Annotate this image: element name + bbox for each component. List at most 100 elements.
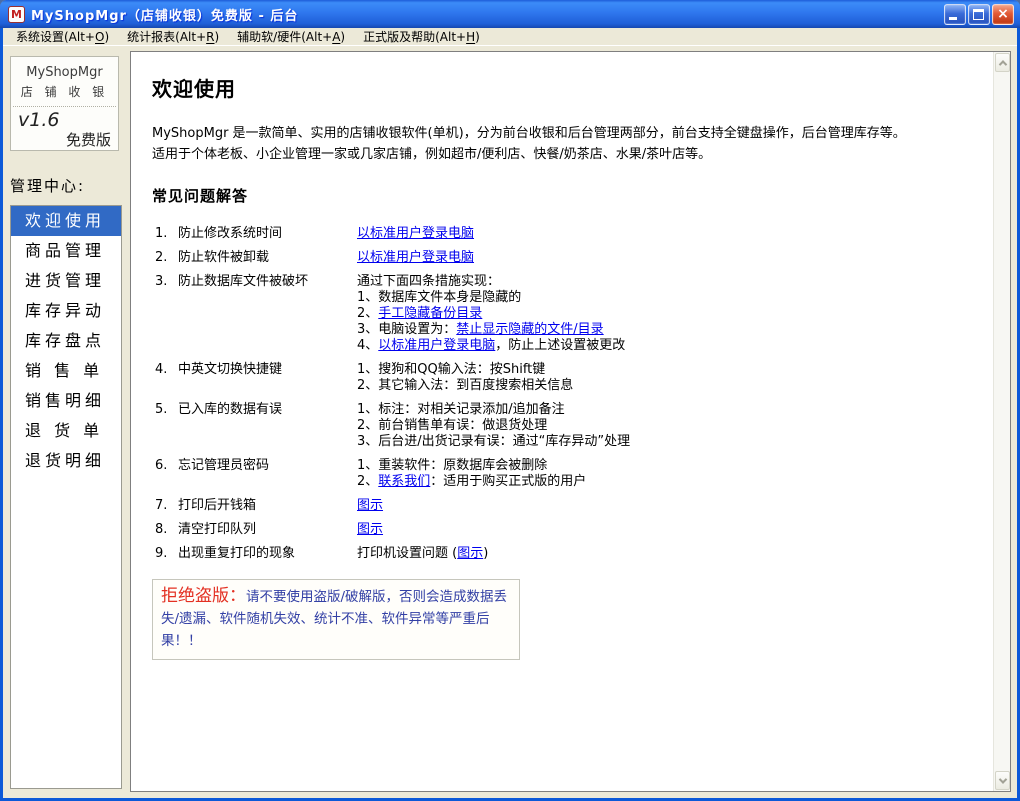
menu-item-aux-soft-hardware[interactable]: 辅助软/硬件(Alt+A): [228, 27, 354, 47]
sidebar-item-stock-change[interactable]: 库存异动: [11, 296, 121, 326]
faq-answer: 图示: [357, 522, 975, 538]
menubar: 系统设置(Alt+O) 统计报表(Alt+R) 辅助软/硬件(Alt+A) 正式版及帮…: [3, 28, 1017, 46]
faq-answer: 以标准用户登录电脑: [357, 226, 975, 242]
faq-answer: 通过下面四条措施实现： 1、数据库文件本身是隐藏的 2、手工隐藏备份目录 3、电脑设置…: [357, 274, 975, 354]
sidebar-item-purchase[interactable]: 进货管理: [11, 266, 121, 296]
faq-link[interactable]: 以标准用户登录电脑: [357, 250, 474, 265]
faq-link[interactable]: 禁止显示隐藏的文件/目录: [456, 322, 603, 337]
faq-row: 7. 打印后开钱箱 图示: [152, 498, 975, 514]
body-area: MyShopMgr 店 铺 收 银 v1.6 免费版 管理中心: 欢迎使用 商品管…: [3, 46, 1017, 798]
faq-text: 1、重装软件：原数据库会被删除: [357, 458, 548, 473]
faq-question: 防止修改系统时间: [178, 226, 283, 241]
logo-title: MyShopMgr: [26, 65, 103, 80]
faq-link[interactable]: 图示: [357, 498, 383, 513]
management-center-label: 管理中心:: [10, 177, 86, 195]
faq-text: ): [483, 546, 489, 561]
faq-number: 3.: [155, 274, 168, 289]
faq-answer-line: 通过下面四条措施实现：: [357, 274, 975, 290]
faq-answer-line: 2、联系我们：适用于购买正式版的用户: [357, 474, 975, 490]
faq-row: 1. 防止修改系统时间 以标准用户登录电脑: [152, 226, 975, 242]
minimize-button[interactable]: [944, 3, 966, 25]
logo-box: MyShopMgr 店 铺 收 银 v1.6 免费版: [10, 56, 119, 151]
faq-heading: 常见问题解答: [152, 187, 249, 205]
faq-question: 出现重复打印的现象: [178, 546, 296, 561]
faq-link[interactable]: 手工隐藏备份目录: [378, 306, 482, 321]
content-panel: 欢迎使用 MyShopMgr 是一款简单、实用的店铺收银软件(单机)，分为前台收…: [130, 51, 1011, 792]
sidebar-item-goods[interactable]: 商品管理: [11, 236, 121, 266]
faq-question: 防止软件被卸载: [178, 250, 270, 265]
faq-question: 打印后开钱箱: [178, 498, 257, 513]
sidebar-item-return-order[interactable]: 退 货 单: [11, 416, 121, 446]
faq-number: 8.: [155, 522, 168, 537]
sidebar-item-sales-detail[interactable]: 销售明细: [11, 386, 121, 416]
faq-link[interactable]: 以标准用户登录电脑: [357, 226, 474, 241]
faq-row: 3. 防止数据库文件被破坏 通过下面四条措施实现： 1、数据库文件本身是隐藏的 2、手工…: [152, 274, 975, 354]
faq-number: 2.: [155, 250, 168, 265]
faq-row: 4. 中英文切换快捷键 1、搜狗和QQ输入法：按Shift键 2、其它输入法：到百度搜…: [152, 362, 975, 394]
faq-number: 1.: [155, 226, 168, 241]
sidebar-item-sales-order[interactable]: 销 售 单: [11, 356, 121, 386]
faq-link[interactable]: 联系我们: [378, 474, 430, 489]
app-icon: M: [8, 5, 25, 23]
faq-link[interactable]: 图示: [357, 522, 383, 537]
faq-answer: 1、搜狗和QQ输入法：按Shift键 2、其它输入法：到百度搜索相关信息: [357, 362, 975, 394]
faq-answer-line: 3、电脑设置为：禁止显示隐藏的文件/目录: [357, 322, 975, 338]
intro-paragraph: MyShopMgr 是一款简单、实用的店铺收银软件(单机)，分为前台收银和后台管…: [152, 126, 906, 162]
logo-divider: [13, 106, 116, 107]
anti-piracy-warning: 拒绝盗版：请不要使用盗版/破解版，否则会造成数据丢失/遗漏、软件随机失效、统计不…: [152, 579, 520, 660]
faq-number: 9.: [155, 546, 168, 561]
menu-item-system-settings[interactable]: 系统设置(Alt+O): [7, 27, 118, 47]
sidebar-item-return-detail[interactable]: 退货明细: [11, 446, 121, 476]
faq-link[interactable]: 以标准用户登录电脑: [378, 338, 495, 353]
faq-answer-line: 2、手工隐藏备份目录: [357, 306, 975, 322]
faq-row: 2. 防止软件被卸载 以标准用户登录电脑: [152, 250, 975, 266]
close-button[interactable]: ×: [992, 3, 1014, 25]
chevron-up-icon: [998, 59, 1007, 69]
faq-answer: 1、重装软件：原数据库会被删除 2、联系我们：适用于购买正式版的用户: [357, 458, 975, 490]
faq-text: 1、标注：对相关记录添加/追加备注: [357, 402, 565, 417]
faq-text: 4、: [357, 338, 379, 353]
minimize-icon: [949, 16, 957, 20]
faq-text: 打印机设置问题 (: [357, 546, 458, 561]
faq-answer: 1、标注：对相关记录添加/追加备注 2、前台销售单有误：做退货处理 3、后台进/出货…: [357, 402, 975, 450]
faq-text: 2、: [357, 306, 379, 321]
faq-text: 2、前台销售单有误：做退货处理: [357, 418, 548, 433]
sidebar-item-stock-check[interactable]: 库存盘点: [11, 326, 121, 356]
faq-answer-line: 图示: [357, 522, 975, 538]
faq-text: 通过下面四条措施实现：: [357, 274, 501, 289]
faq-question: 忘记管理员密码: [178, 458, 270, 473]
faq-link[interactable]: 图示: [457, 546, 483, 561]
faq-text: 1、搜狗和QQ输入法：按Shift键: [357, 362, 546, 377]
faq-question: 清空打印队列: [178, 522, 257, 537]
faq-list: 1. 防止修改系统时间 以标准用户登录电脑 2. 防止软件被卸载 以标准用户登录电脑 3. 防…: [152, 226, 975, 562]
scroll-down-button[interactable]: [995, 771, 1010, 790]
faq-text: ：适用于购买正式版的用户: [430, 474, 587, 489]
close-icon: ×: [997, 6, 1009, 22]
faq-row: 6. 忘记管理员密码 1、重装软件：原数据库会被删除 2、联系我们：适用于购买正式版的…: [152, 458, 975, 490]
menu-item-official-help[interactable]: 正式版及帮助(Alt+H): [354, 27, 489, 47]
scroll-up-button[interactable]: [995, 53, 1010, 72]
titlebar: M MyShopMgr（店铺收银）免费版 - 后台 ×: [0, 0, 1020, 28]
faq-answer-line: 以标准用户登录电脑: [357, 226, 975, 242]
faq-answer: 以标准用户登录电脑: [357, 250, 975, 266]
faq-question: 防止数据库文件被破坏: [178, 274, 309, 289]
faq-answer-line: 1、数据库文件本身是隐藏的: [357, 290, 975, 306]
faq-answer-line: 3、后台进/出货记录有误：通过“库存异动”处理: [357, 434, 975, 450]
faq-text: 1、数据库文件本身是隐藏的: [357, 290, 522, 305]
faq-answer-line: 1、重装软件：原数据库会被删除: [357, 458, 975, 474]
faq-question: 中英文切换快捷键: [178, 362, 283, 377]
sidebar: MyShopMgr 店 铺 收 银 v1.6 免费版 管理中心: 欢迎使用 商品管…: [3, 46, 124, 798]
version-label: v1.6: [18, 109, 60, 131]
vertical-scrollbar[interactable]: [993, 52, 1010, 791]
window-title: MyShopMgr（店铺收银）免费版 - 后台: [31, 8, 299, 24]
faq-answer: 打印机设置问题 (图示): [357, 546, 975, 562]
faq-answer: 图示: [357, 498, 975, 514]
maximize-button[interactable]: [968, 3, 990, 25]
faq-number: 6.: [155, 458, 168, 473]
faq-question: 已入库的数据有误: [178, 402, 283, 417]
faq-answer-line: 图示: [357, 498, 975, 514]
sidebar-item-welcome[interactable]: 欢迎使用: [11, 206, 121, 236]
faq-text: 2、其它输入法：到百度搜索相关信息: [357, 378, 574, 393]
menu-item-stats-reports[interactable]: 统计报表(Alt+R): [118, 27, 228, 47]
faq-number: 5.: [155, 402, 168, 417]
